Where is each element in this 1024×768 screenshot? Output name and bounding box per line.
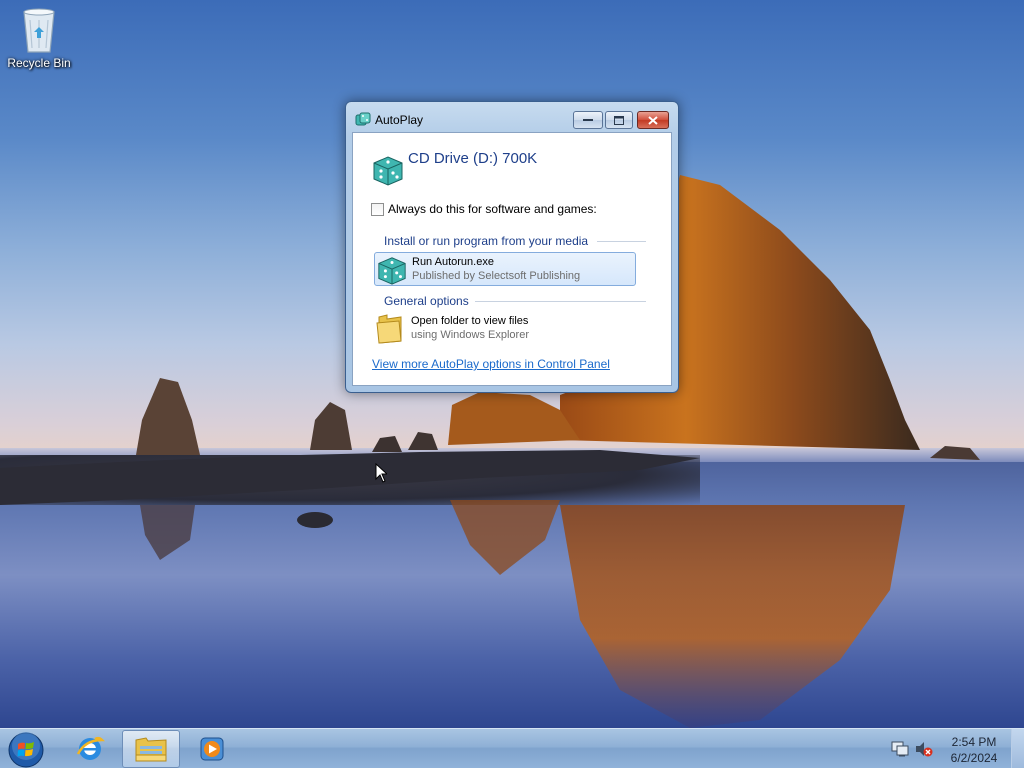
taskbar-media-player[interactable] — [183, 730, 241, 768]
section-general-heading: General options — [384, 294, 469, 308]
always-do-this-checkbox[interactable] — [371, 203, 384, 216]
show-desktop-button[interactable] — [1011, 729, 1024, 768]
autoplay-content: CD Drive (D:) 700K Always do this for so… — [352, 132, 672, 386]
mouse-cursor-icon — [375, 463, 387, 483]
section-general-divider — [475, 301, 646, 302]
maximize-icon — [606, 112, 632, 128]
recycle-bin-label: Recycle Bin — [7, 56, 71, 70]
autoplay-title-icon — [355, 112, 371, 126]
maximize-button[interactable] — [605, 111, 633, 129]
autoplay-window: AutoPlay CD Drive (D:) 700K Always do th… — [345, 101, 679, 393]
internet-explorer-icon — [76, 736, 105, 760]
network-icon[interactable] — [891, 741, 909, 757]
minimize-button[interactable] — [573, 111, 603, 129]
cd-drive-icon — [373, 156, 403, 186]
start-orb-icon — [8, 732, 44, 768]
recycle-bin-icon — [23, 8, 55, 53]
autorun-program-icon — [378, 257, 406, 285]
autoplay-titlebar[interactable]: AutoPlay — [346, 102, 678, 132]
desktop-icon-recycle-bin[interactable]: Recycle Bin — [6, 6, 72, 70]
open-folder-title: Open folder to view files — [411, 315, 529, 327]
windows-explorer-icon — [135, 737, 167, 762]
media-player-icon — [200, 737, 224, 761]
control-panel-link[interactable]: View more AutoPlay options in Control Pa… — [372, 357, 610, 371]
section-install-heading: Install or run program from your media — [384, 234, 589, 248]
section-install-divider — [597, 241, 646, 242]
taskbar-windows-explorer[interactable] — [122, 730, 180, 768]
taskbar-internet-explorer[interactable] — [61, 730, 119, 768]
folder-icon — [376, 314, 402, 344]
minimize-icon — [574, 112, 602, 128]
clock-time: 2:54 PM — [951, 735, 997, 749]
open-folder-option[interactable]: Open folder to view files using Windows … — [374, 312, 636, 346]
start-button[interactable] — [7, 731, 45, 768]
clock-date: 6/2/2024 — [950, 751, 998, 765]
open-folder-subtitle: using Windows Explorer — [411, 329, 529, 341]
run-autorun-option[interactable]: Run Autorun.exe Published by Selectsoft … — [374, 252, 636, 286]
taskbar: 2:54 PM 6/2/2024 — [0, 728, 1024, 768]
drive-title: CD Drive (D:) 700K — [408, 150, 538, 167]
volume-muted-icon[interactable] — [915, 741, 933, 757]
taskbar-clock[interactable]: 2:54 PM 6/2/2024 — [940, 734, 1008, 766]
always-do-this-label[interactable]: Always do this for software and games: — [388, 202, 597, 216]
run-autorun-publisher: Published by Selectsoft Publishing — [412, 270, 581, 282]
close-icon — [638, 112, 668, 128]
window-title: AutoPlay — [375, 113, 424, 127]
close-button[interactable] — [637, 111, 669, 129]
run-autorun-title: Run Autorun.exe — [412, 256, 494, 268]
system-tray: 2:54 PM 6/2/2024 — [886, 729, 1024, 768]
